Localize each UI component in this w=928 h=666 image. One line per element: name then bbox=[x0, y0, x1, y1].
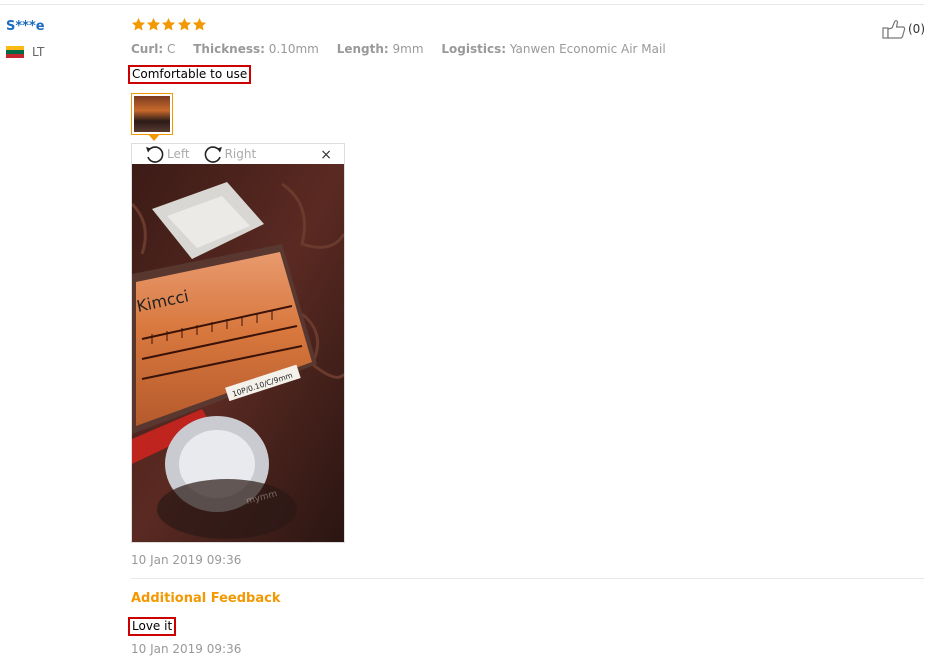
rotate-left-icon bbox=[146, 146, 164, 163]
thumbnail-pointer bbox=[148, 134, 160, 141]
section-divider bbox=[131, 578, 924, 579]
star-icon bbox=[177, 17, 191, 31]
star-icon bbox=[147, 17, 161, 31]
attribute-logistics: Logistics: Yanwen Economic Air Mail bbox=[441, 42, 666, 56]
star-icon bbox=[192, 17, 206, 31]
rotate-right-button[interactable]: Right bbox=[202, 144, 257, 164]
country-code: LT bbox=[32, 45, 45, 59]
rotate-left-label: Left bbox=[167, 147, 190, 161]
reviewer-name[interactable]: S***e bbox=[6, 19, 45, 34]
rotate-right-icon bbox=[204, 146, 222, 163]
photo-thumbnail[interactable] bbox=[131, 93, 173, 135]
review-photo: Kimcci 10P/0.10/C/9mm mymm bbox=[132, 164, 344, 542]
photo-viewer: Left Right × Kimcci 10P/0.10/C/9mm mymm bbox=[131, 143, 345, 543]
additional-feedback-date: 10 Jan 2019 09:36 bbox=[131, 642, 242, 656]
product-attributes: Curl: C Thickness: 0.10mm Length: 9mm Lo… bbox=[131, 42, 680, 56]
photo-image: Kimcci 10P/0.10/C/9mm mymm bbox=[132, 164, 344, 542]
lithuania-flag-icon bbox=[6, 46, 24, 58]
additional-feedback-title: Additional Feedback bbox=[131, 591, 281, 606]
feedback-text: Comfortable to use bbox=[128, 65, 252, 84]
helpful-count: (0) bbox=[908, 22, 925, 36]
close-icon[interactable]: × bbox=[320, 147, 332, 163]
helpful-button[interactable]: (0) bbox=[882, 19, 925, 39]
attribute-length: Length: 9mm bbox=[336, 42, 424, 56]
review-date: 10 Jan 2019 09:36 bbox=[131, 553, 242, 567]
attribute-thickness: Thickness: 0.10mm bbox=[193, 42, 319, 56]
reviewer-country: LT bbox=[6, 45, 44, 59]
attribute-curl: Curl: C bbox=[131, 42, 176, 56]
rotate-right-label: Right bbox=[224, 147, 257, 161]
star-rating bbox=[131, 17, 207, 32]
viewer-toolbar: Left Right × bbox=[132, 144, 344, 164]
additional-feedback-text: Love it bbox=[128, 617, 177, 636]
rotate-left-button[interactable]: Left bbox=[144, 144, 190, 164]
star-icon bbox=[131, 17, 146, 31]
thumbs-up-icon bbox=[882, 20, 906, 39]
top-divider bbox=[0, 4, 924, 5]
thumbnail-image bbox=[134, 96, 170, 132]
star-icon bbox=[162, 17, 176, 31]
